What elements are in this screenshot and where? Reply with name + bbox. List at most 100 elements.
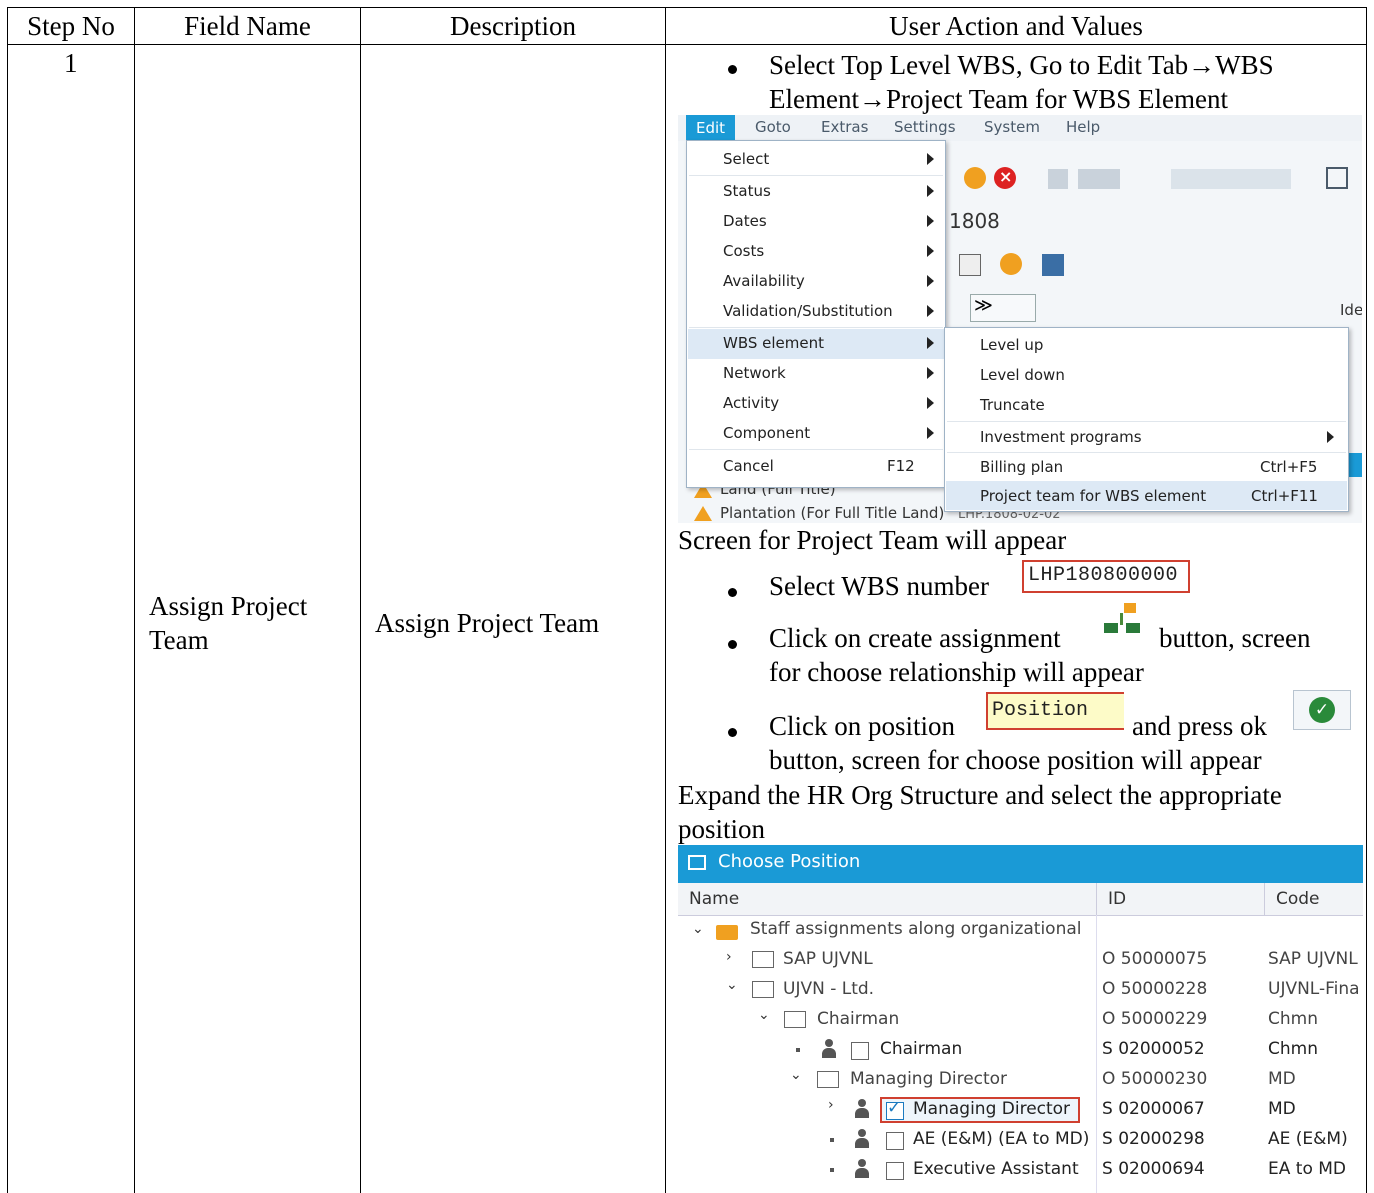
menu-separator: [947, 421, 1346, 422]
menu-select[interactable]: Select: [723, 150, 769, 168]
up-icon: [964, 167, 986, 189]
create-assignment-icon[interactable]: [1102, 603, 1142, 635]
ok-button[interactable]: ✓: [1293, 690, 1351, 730]
assign-node-left: [1104, 623, 1118, 633]
tree-checkbox[interactable]: [752, 981, 774, 998]
tree-dot: [796, 1048, 800, 1052]
billing-shortcut: Ctrl+F5: [1260, 458, 1318, 476]
tree-row-name[interactable]: SAP UJVNL: [783, 949, 873, 969]
bg-row-plantation: Plantation (For Full Title Land): [720, 504, 945, 522]
chevron-down-icon[interactable]: ⌄: [692, 921, 704, 937]
tree-row-id: O 50000228: [1102, 979, 1208, 999]
tree-row-name[interactable]: Executive Assistant: [913, 1159, 1079, 1179]
chevron-down-icon[interactable]: ⌄: [726, 977, 738, 993]
coin-icon: [1000, 253, 1022, 275]
page-nav-icons: [1171, 169, 1291, 189]
menu-dates[interactable]: Dates: [723, 212, 767, 230]
choose-position-screenshot: Choose Position Name ID Code ⌄ Staff ass…: [678, 845, 1363, 1193]
tree-checkbox[interactable]: [817, 1071, 839, 1088]
bookmark-icon: [1326, 167, 1348, 189]
menu-costs[interactable]: Costs: [723, 242, 764, 260]
tree-row-name[interactable]: Chairman: [880, 1039, 962, 1059]
menu-separator: [689, 449, 943, 450]
tree-checkbox[interactable]: [886, 1132, 904, 1150]
assign-line: [1120, 613, 1123, 625]
submenu-level-down[interactable]: Level down: [980, 366, 1065, 384]
tree-row-name[interactable]: Staff assignments along organizational: [750, 919, 1094, 939]
person-icon: [854, 1129, 870, 1149]
menu-goto[interactable]: Goto: [755, 118, 791, 136]
menu-system[interactable]: System: [984, 118, 1040, 136]
bullet3-line1a: Click on create assignment: [769, 623, 1061, 653]
menu-component[interactable]: Component: [723, 424, 810, 442]
cancel-glyph: ×: [999, 167, 1013, 186]
tree-dot: [830, 1138, 834, 1142]
folder-icon: [716, 925, 738, 940]
column-header-bar: [678, 883, 1363, 916]
field-name-line1: Assign Project: [149, 591, 308, 621]
bullet3-line1b: button, screen: [1159, 623, 1311, 653]
submenu-level-up[interactable]: Level up: [980, 336, 1043, 354]
menu-validation[interactable]: Validation/Substitution: [723, 302, 893, 320]
submenu-investment-programs[interactable]: Investment programs: [980, 428, 1142, 446]
tree-row-id: O 50000075: [1102, 949, 1208, 969]
project-team-shortcut: Ctrl+F11: [1251, 487, 1318, 505]
bullet-4: [728, 728, 737, 737]
col-header-id[interactable]: ID: [1108, 889, 1126, 909]
tree-row-name[interactable]: UJVN - Ltd.: [783, 979, 874, 999]
print-icon: [1048, 169, 1068, 189]
menu-separator: [689, 327, 943, 328]
menu-status[interactable]: Status: [723, 182, 771, 200]
menu-settings[interactable]: Settings: [894, 118, 956, 136]
tree-checkbox[interactable]: [784, 1011, 806, 1028]
assign-node-top: [1124, 603, 1136, 613]
submenu-arrow-icon: [927, 367, 934, 379]
bullet2-text: Select WBS number: [769, 571, 989, 601]
bullet4-line2: button, screen for choose position will …: [769, 745, 1262, 775]
chevron-down-icon: ≫: [974, 295, 993, 316]
tree-row-code: MD: [1268, 1099, 1296, 1119]
menu-cancel[interactable]: Cancel: [723, 457, 774, 475]
dialog-title: Choose Position: [718, 851, 861, 872]
warning-icon-2: [694, 506, 712, 521]
menu-extras[interactable]: Extras: [821, 118, 868, 136]
table-left-border: [7, 7, 8, 1193]
tree-dot: [830, 1168, 834, 1172]
chevron-right-icon[interactable]: ›: [726, 949, 732, 965]
tree-checkbox[interactable]: [752, 951, 774, 968]
bullet-3: [728, 640, 737, 649]
bullet1-line1: Select Top Level WBS, Go to Edit Tab→WBS: [769, 50, 1274, 80]
tree-row-name[interactable]: Chairman: [817, 1009, 899, 1029]
tree-checkbox[interactable]: [851, 1042, 869, 1060]
header-field-name: Field Name: [184, 11, 311, 41]
tree-row-name[interactable]: AE (E&M) (EA to MD): [913, 1129, 1093, 1149]
grid-icon: [1042, 254, 1064, 276]
menu-wbs-element[interactable]: WBS element: [723, 334, 824, 352]
dialog-title-icon: [688, 855, 706, 870]
chevron-down-icon[interactable]: ⌄: [790, 1067, 802, 1083]
menu-edit[interactable]: Edit: [686, 115, 736, 141]
menu-activity[interactable]: Activity: [723, 394, 779, 412]
submenu-project-team[interactable]: Project team for WBS element: [980, 487, 1206, 505]
tree-checkbox[interactable]: [886, 1162, 904, 1180]
tree-row-name[interactable]: Managing Director: [850, 1069, 1007, 1089]
step-number: 1: [64, 48, 78, 78]
menu-availability[interactable]: Availability: [723, 272, 805, 290]
header-bottom-border: [7, 44, 1367, 45]
col-header-code[interactable]: Code: [1276, 889, 1320, 909]
menu-help[interactable]: Help: [1066, 118, 1100, 136]
menu-network[interactable]: Network: [723, 364, 786, 382]
submenu-truncate[interactable]: Truncate: [980, 396, 1045, 414]
tree-row-name[interactable]: Managing Director: [913, 1099, 1070, 1119]
person-icon: [821, 1039, 837, 1059]
submenu-arrow-icon: [927, 427, 934, 439]
position-field[interactable]: Position: [986, 692, 1124, 730]
chevron-right-icon[interactable]: ›: [828, 1097, 834, 1113]
expand-line2: position: [678, 814, 766, 844]
submenu-billing-plan[interactable]: Billing plan: [980, 458, 1063, 476]
chevron-down-icon[interactable]: ⌄: [758, 1007, 770, 1023]
col-header-name[interactable]: Name: [689, 889, 739, 909]
menu-separator: [947, 452, 1346, 453]
bullet4-line1b: and press ok: [1132, 711, 1267, 741]
bg-ide-label: Ide: [1340, 301, 1362, 319]
